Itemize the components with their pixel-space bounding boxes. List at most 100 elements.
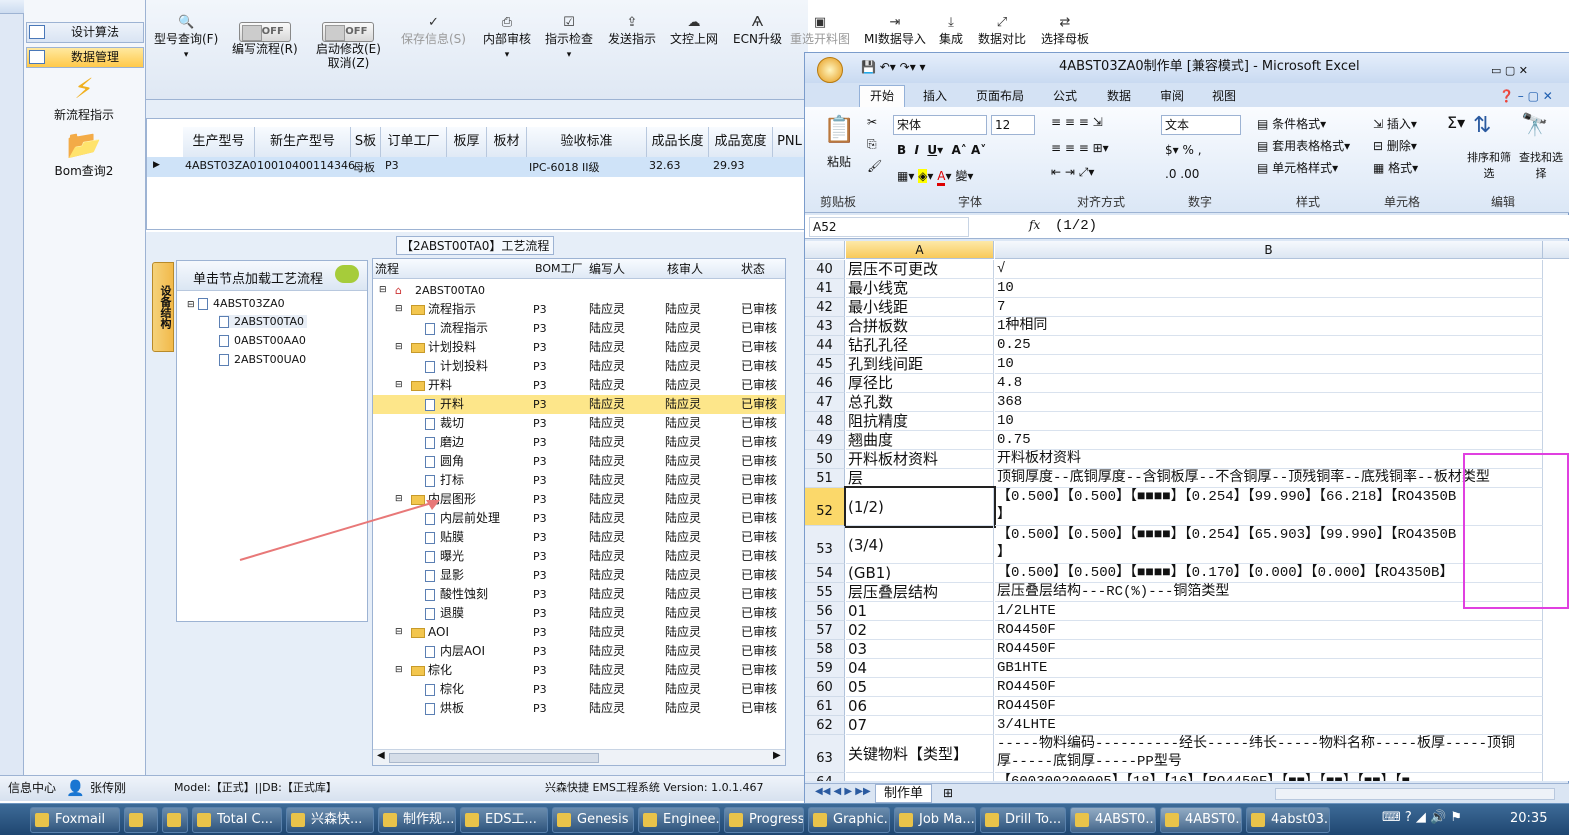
indent-buttons[interactable]: ⇤ ⇥ ⤢▾ — [1051, 165, 1094, 180]
row-header[interactable]: 42 — [805, 298, 845, 317]
delete-cells-button[interactable]: ⊟ 删除▾ — [1373, 137, 1417, 154]
sheet-tab[interactable]: 制作单 — [875, 784, 933, 803]
cell-a[interactable]: (GB1) — [846, 564, 994, 583]
cell-b[interactable]: 层压叠层结构---RC(%)---铜箔类型 — [995, 583, 1543, 602]
row-header[interactable]: 57 — [805, 621, 845, 640]
tab-home[interactable]: 开始 — [859, 85, 906, 107]
cell-a[interactable]: 阻抗精度 — [846, 412, 994, 431]
horizontal-scrollbar[interactable]: ◀ ▶ — [373, 749, 785, 765]
data-compare-button[interactable]: ⤢ 数据对比 — [978, 16, 1026, 47]
tree-node-root[interactable]: ⊟ 4ABST03ZA0 — [187, 297, 285, 310]
mi-data-import-button[interactable]: ⇥ MI数据导入 — [864, 16, 926, 47]
bold-button[interactable]: B I U▾ A˄ A˅ — [897, 143, 986, 157]
flow-row[interactable]: ⊟ AOI P3 陆应灵 陆应灵 已审核 — [373, 623, 785, 642]
font-name-select[interactable]: 宋体 — [893, 115, 987, 135]
cell-a[interactable]: 03 — [846, 640, 994, 659]
cell-b[interactable]: 【600300200005】【18】【16】【RO4450F】【■■】【■■】【… — [995, 773, 1543, 781]
flow-header[interactable]: BOM工厂 — [529, 259, 583, 279]
send-instruction-button[interactable]: ⇪ 发送指示 — [608, 16, 656, 47]
sort-filter-icon[interactable]: ⇅ — [1473, 113, 1491, 138]
taskbar-button[interactable]: Job Ma... — [894, 807, 976, 833]
cell-b[interactable]: 1种相同 — [995, 317, 1543, 336]
model-query-button[interactable]: 🔍 型号查询(F) ▾ — [154, 16, 218, 62]
help-icon[interactable]: ❓ – ▢ ✕ — [1499, 87, 1553, 105]
internal-review-button[interactable]: ⎙ 内部审核 ▾ — [483, 16, 531, 62]
window-controls[interactable]: ▭ ▢ ✕ — [1491, 57, 1528, 85]
select-mother-board-button[interactable]: ⇄ 选择母板 — [1041, 16, 1089, 47]
cell-a[interactable]: 最小线宽 — [846, 279, 994, 298]
row-header[interactable]: 47 — [805, 393, 845, 412]
quick-access-toolbar[interactable]: 💾 ↶▾ ↷▾ ▾ — [861, 53, 926, 81]
cell-a[interactable]: 层压叠层结构 — [846, 583, 994, 602]
cell-a[interactable]: 总孔数 — [846, 393, 994, 412]
grid-header[interactable]: 成品宽度 — [709, 127, 773, 159]
grid-header[interactable]: 成品长度 — [647, 127, 709, 159]
cell-b[interactable]: 【0.500】【0.500】【■■■■】【0.170】【0.000】【0.000… — [995, 564, 1543, 583]
tab-review[interactable]: 审阅 — [1160, 87, 1184, 105]
flow-header[interactable]: 流程 — [373, 259, 529, 279]
cut-icon[interactable]: ✂ — [867, 115, 877, 129]
row-header[interactable]: 51 — [805, 469, 845, 488]
row-header[interactable]: 41 — [805, 279, 845, 298]
column-header[interactable]: B — [995, 241, 1543, 259]
cell-a[interactable] — [846, 773, 994, 781]
grid-header[interactable]: 板材 — [487, 127, 527, 159]
scroll-thumb[interactable] — [389, 753, 599, 763]
ecn-upgrade-button[interactable]: Ѧ ECN升级 — [733, 16, 782, 47]
cell-b[interactable]: RO4450F — [995, 678, 1543, 697]
tab-view[interactable]: 视图 — [1212, 87, 1236, 105]
paste-icon[interactable]: 📋 — [823, 115, 855, 145]
cell-b[interactable]: 顶铜厚度--底铜厚度--含铜板厚--不含铜厚--顶残铜率--底残铜率--板材类型 — [995, 469, 1543, 488]
cell-b[interactable]: 10 — [995, 412, 1543, 431]
cell-a[interactable]: 层压不可更改 — [846, 260, 994, 279]
grid-header[interactable]: PNL — [773, 127, 807, 159]
select-all-corner[interactable] — [805, 241, 845, 259]
row-header[interactable]: 44 — [805, 336, 845, 355]
row-header[interactable]: 60 — [805, 678, 845, 697]
row-header[interactable]: 53 — [805, 526, 845, 564]
cell-a[interactable]: 关键物料【类型】 — [846, 735, 994, 773]
tray-icons[interactable]: ⌨ ? ◢ 🔊 ⚑ — [1382, 810, 1462, 825]
flow-row[interactable]: 磨边 P3 陆应灵 陆应灵 已审核 — [373, 433, 785, 452]
tab-formulas[interactable]: 公式 — [1053, 87, 1077, 105]
row-header[interactable]: 48 — [805, 412, 845, 431]
align-buttons-top[interactable]: ≡ ≡ ≡ ⇲ — [1051, 115, 1103, 129]
cell-a[interactable]: 最小线距 — [846, 298, 994, 317]
cell-b[interactable]: 4.8 — [995, 374, 1543, 393]
reselect-cut-image-button[interactable]: ▣ 重选开料图 — [790, 16, 850, 47]
number-format-select[interactable]: 文本 — [1161, 115, 1241, 135]
grid-header[interactable]: 新生产型号 — [255, 127, 351, 159]
worksheet-grid[interactable]: A B 40 层压不可更改 √ 41 最小线宽 10 42 最小线距 7 43 合拼板数 1种相同 44… — [805, 241, 1569, 781]
tree-node[interactable]: 2ABST00TA0 — [219, 315, 307, 328]
cell-a[interactable]: 06 — [846, 697, 994, 716]
flow-row[interactable]: ⊟ 流程指示 P3 陆应灵 陆应灵 已审核 — [373, 300, 785, 319]
collapse-icon[interactable]: ⊟ — [395, 338, 403, 357]
row-header[interactable]: 54 — [805, 564, 845, 583]
table-format-button[interactable]: ▤ 套用表格格式▾ — [1257, 137, 1350, 154]
number-format-buttons[interactable]: $▾ % , — [1165, 143, 1202, 157]
autosum-icon[interactable]: Σ▾ — [1447, 113, 1465, 132]
doc-control-online-button[interactable]: ☁ 文控上网 — [670, 16, 718, 47]
cell-b[interactable]: RO4450F — [995, 640, 1543, 659]
flow-header[interactable]: 核审人 — [659, 259, 735, 279]
row-header[interactable]: 55 — [805, 583, 845, 602]
flow-row[interactable]: 打标 P3 陆应灵 陆应灵 已审核 — [373, 471, 785, 490]
cell-a[interactable]: 合拼板数 — [846, 317, 994, 336]
bom-query-button[interactable]: 📂 Bom查询2 — [34, 128, 134, 179]
flow-root-node[interactable]: ⊟ ⌂ 2ABST00TA0 — [373, 281, 785, 300]
table-row[interactable]: ▶ 4ABST03ZA0 10010400114346 母板 P3 IPC-60… — [147, 157, 807, 177]
cell-a[interactable]: (3/4) — [846, 526, 994, 564]
flow-row[interactable]: ⊟ 棕化 P3 陆应灵 陆应灵 已审核 — [373, 661, 785, 680]
row-header[interactable]: 45 — [805, 355, 845, 374]
row-header[interactable]: 58 — [805, 640, 845, 659]
cell-b[interactable]: -----物料编码----------经长-----纬长-----物料名称---… — [995, 735, 1543, 773]
taskbar-button[interactable]: Total C... — [192, 807, 282, 833]
row-header[interactable]: 63 — [805, 735, 845, 773]
tab-insert[interactable]: 插入 — [923, 87, 947, 105]
taskbar-button[interactable] — [162, 807, 188, 833]
cell-a[interactable]: (1/2) — [844, 486, 996, 528]
flow-row[interactable]: 内层AOI P3 陆应灵 陆应灵 已审核 — [373, 642, 785, 661]
cell-a[interactable]: 翘曲度 — [846, 431, 994, 450]
row-header[interactable]: 61 — [805, 697, 845, 716]
cell-b[interactable]: 【0.500】【0.500】【■■■■】【0.254】【65.903】【99.9… — [995, 526, 1543, 564]
